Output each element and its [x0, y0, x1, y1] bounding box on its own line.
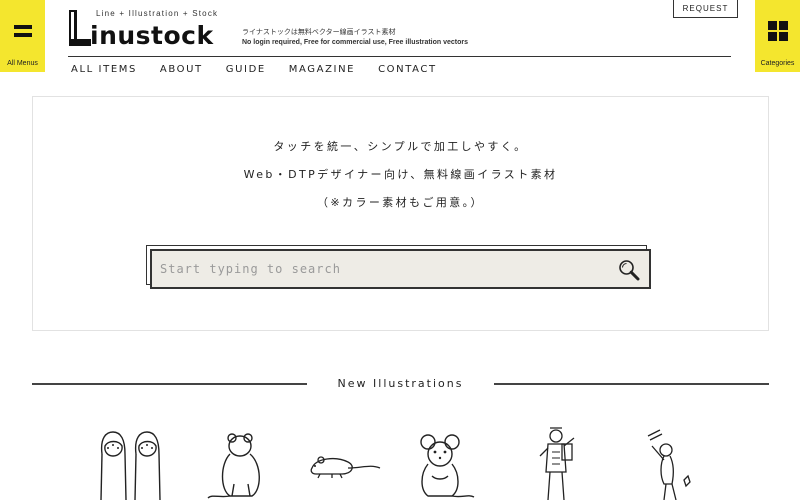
logo-l-mark: [69, 10, 91, 46]
search-icon[interactable]: [617, 258, 641, 282]
all-menus-button[interactable]: All Menus: [0, 0, 45, 72]
grid-icon: [767, 20, 789, 42]
main-nav: ALL ITEMS ABOUT GUIDE MAGAZINE CONTACT: [71, 63, 460, 77]
nav-contact[interactable]: CONTACT: [378, 63, 437, 77]
heading-rule-right: [494, 383, 769, 385]
nav-guide[interactable]: GUIDE: [226, 63, 266, 77]
site-logo[interactable]: Line + Illustration + Stock inustock: [68, 6, 233, 50]
rat-standing-back-illustration[interactable]: [206, 424, 276, 500]
new-illustrations-heading: New Illustrations: [32, 376, 769, 392]
hero-line-2: Web・DTPデザイナー向け、無料線画イラスト素材: [243, 168, 558, 181]
person-throwing-illustration[interactable]: [630, 424, 700, 500]
hero-panel: タッチを統一、シンプルで加工しやすく。 Web・DTPデザイナー向け、無料線画イ…: [32, 96, 769, 331]
nav-magazine[interactable]: MAGAZINE: [289, 63, 355, 77]
person-carrying-gear-illustration[interactable]: [526, 424, 586, 500]
categories-button[interactable]: Categories: [755, 0, 800, 72]
nav-all-items[interactable]: ALL ITEMS: [71, 63, 137, 77]
header-description: ライナストックは無料ベクター線画イラスト素材 No login required…: [242, 28, 468, 48]
logo-tagline: Line + Illustration + Stock: [96, 9, 219, 18]
header-desc-jp: ライナストックは無料ベクター線画イラスト素材: [242, 29, 396, 36]
search-bar: [146, 245, 652, 289]
hamburger-icon: [12, 20, 34, 42]
nav-about[interactable]: ABOUT: [160, 63, 203, 77]
rat-sitting-front-illustration[interactable]: [406, 424, 476, 500]
request-button[interactable]: REQUEST: [673, 0, 738, 18]
search-input[interactable]: [160, 251, 610, 287]
mouse-running-illustration[interactable]: [306, 424, 386, 500]
hero-line-1: タッチを統一、シンプルで加工しやすく。: [273, 140, 528, 153]
header-desc-en: No login required, Free for commercial u…: [242, 39, 469, 46]
logo-wordmark: inustock: [90, 21, 214, 50]
header-divider: [68, 56, 731, 57]
search-box: [150, 249, 651, 289]
all-menus-label: All Menus: [7, 60, 38, 67]
categories-label: Categories: [760, 60, 795, 67]
hero-line-3: （※カラー素材もご用意。）: [317, 196, 484, 209]
sandals-illustration[interactable]: [96, 424, 166, 500]
